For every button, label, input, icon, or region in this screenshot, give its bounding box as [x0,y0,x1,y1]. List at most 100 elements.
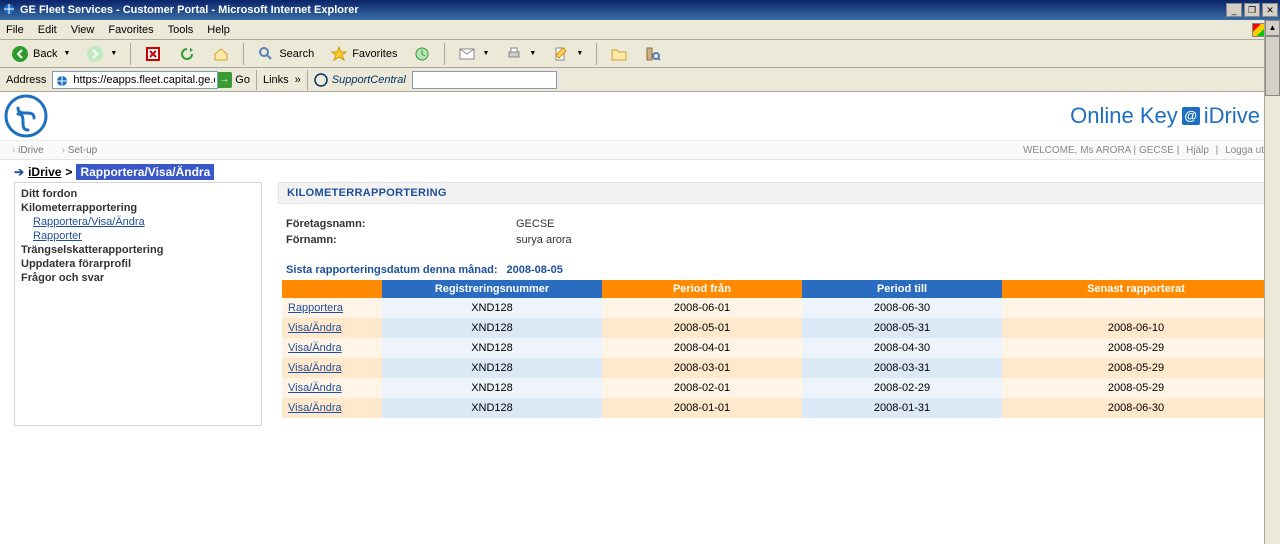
row-action-link[interactable]: Visa/Ändra [288,362,342,374]
minimize-button[interactable]: _ [1226,3,1242,17]
menu-edit[interactable]: Edit [38,24,57,36]
cell-from: 2008-04-01 [602,338,802,358]
row-action-link[interactable]: Visa/Ändra [288,342,342,354]
home-button[interactable] [207,43,235,65]
mail-icon [458,45,476,63]
col-from: Period från [602,280,802,298]
table-row: Visa/ÄndraXND1282008-03-012008-03-312008… [282,358,1270,378]
menu-favorites[interactable]: Favorites [108,24,153,36]
restore-button[interactable]: ❐ [1244,3,1260,17]
support-central-link[interactable]: SupportCentral [314,73,406,87]
search-label: Search [279,48,314,60]
folder-icon [610,45,628,63]
mail-button[interactable]: ▼ [453,43,494,65]
cell-from: 2008-05-01 [602,318,802,338]
vertical-scrollbar[interactable]: ▲ [1264,20,1280,544]
arrow-icon: ➔ [14,165,24,179]
menu-tools[interactable]: Tools [168,24,194,36]
menu-help[interactable]: Help [207,24,230,36]
cell-from: 2008-03-01 [602,358,802,378]
cell-reg: XND128 [382,358,602,378]
toolbar: Back ▼ ▼ Search Favorites ▼ ▼ ▼ [0,40,1280,68]
scroll-thumb[interactable] [1265,36,1280,96]
panel-title: KILOMETERRAPPORTERING [278,182,1266,204]
sidebar: Ditt fordonKilometerrapporteringRapporte… [14,182,262,426]
sidebar-item[interactable]: Kilometerrapportering [21,201,255,215]
cell-from: 2008-01-01 [602,398,802,418]
ge-logo-icon [4,94,48,138]
help-link[interactable]: Hjälp [1186,145,1209,156]
col-actions [282,280,382,298]
last-report-value: 2008-08-05 [507,264,563,276]
forward-icon [86,45,104,63]
go-icon: → [216,72,232,88]
sidebar-item[interactable]: Uppdatera förarprofil [21,257,255,271]
row-action-link[interactable]: Rapportera [288,302,343,314]
breadcrumb: ➔ iDrive > Rapportera/Visa/Ändra [0,160,1280,182]
favorites-button[interactable]: Favorites [325,43,402,65]
chevron-down-icon: ▼ [529,50,536,57]
sidebar-item[interactable]: Rapportera/Visa/Ändra [21,215,255,229]
star-icon [330,45,348,63]
cell-reg: XND128 [382,398,602,418]
search-button[interactable]: Search [252,43,319,65]
favorites-label: Favorites [352,48,397,60]
firstname-value: surya arora [516,234,572,246]
chevron-down-icon: ▼ [482,50,489,57]
crumb-current: Rapportera/Visa/Ändra [76,164,214,180]
menubar: File Edit View Favorites Tools Help [0,20,1280,40]
scroll-up-icon[interactable]: ▲ [1265,20,1280,36]
menu-view[interactable]: View [71,24,95,36]
research-button[interactable] [639,43,667,65]
cell-reg: XND128 [382,318,602,338]
crumb-root[interactable]: iDrive [28,165,61,179]
menu-file[interactable]: File [6,24,24,36]
sidebar-item[interactable]: Ditt fordon [21,187,255,201]
page-header: Online Key @ iDrive [0,92,1280,140]
cell-last: 2008-06-10 [1002,318,1270,338]
company-value: GECSE [516,218,555,230]
row-action-link[interactable]: Visa/Ändra [288,402,342,414]
cell-reg: XND128 [382,338,602,358]
company-label: Företagsnamn: [286,218,516,230]
forward-button[interactable]: ▼ [81,43,122,65]
logout-link[interactable]: Logga ut [1225,145,1264,156]
last-report-label: Sista rapporteringsdatum denna månad: [286,264,497,276]
sidebar-item[interactable]: Frågor och svar [21,271,255,285]
cell-last: 2008-06-30 [1002,398,1270,418]
topnav-idrive[interactable]: iDrive [12,145,44,156]
edit-button[interactable]: ▼ [547,43,588,65]
refresh-button[interactable] [173,43,201,65]
topnav-set-up[interactable]: Set-up [62,145,98,156]
history-button[interactable] [408,43,436,65]
go-button[interactable]: → Go [216,72,250,88]
sidebar-item[interactable]: Rapporter [21,229,255,243]
support-label: SupportCentral [332,74,406,86]
row-action-link[interactable]: Visa/Ändra [288,322,342,334]
back-button[interactable]: Back ▼ [6,43,75,65]
support-search-input[interactable] [412,71,557,89]
sidebar-link[interactable]: Rapportera/Visa/Ändra [33,216,145,228]
refresh-icon [178,45,196,63]
ie-icon [2,2,16,19]
crumb-sep: > [65,165,72,179]
sidebar-link[interactable]: Rapporter [33,230,82,242]
ge-small-icon [314,73,328,87]
stop-button[interactable] [139,43,167,65]
window-title: GE Fleet Services - Customer Portal - Mi… [20,4,359,16]
folder-button[interactable] [605,43,633,65]
address-input[interactable] [52,71,218,89]
brand-idrive: iDrive [1204,103,1260,129]
links-menu[interactable]: Links » [263,74,301,86]
stop-icon [144,45,162,63]
cell-to: 2008-01-31 [802,398,1002,418]
sidebar-item[interactable]: Trängselskatterapportering [21,243,255,257]
table-row: Visa/Ändra XND1282008-01-012008-01-312008… [282,398,1270,418]
main-panel: KILOMETERRAPPORTERING Företagsnamn: GECS… [278,182,1266,426]
page-icon [55,74,69,91]
close-button[interactable]: ✕ [1262,3,1278,17]
cell-reg: XND128 [382,378,602,398]
row-action-link[interactable]: Visa/Ändra [288,382,342,394]
brand-at-icon: @ [1182,107,1200,125]
print-button[interactable]: ▼ [500,43,541,65]
